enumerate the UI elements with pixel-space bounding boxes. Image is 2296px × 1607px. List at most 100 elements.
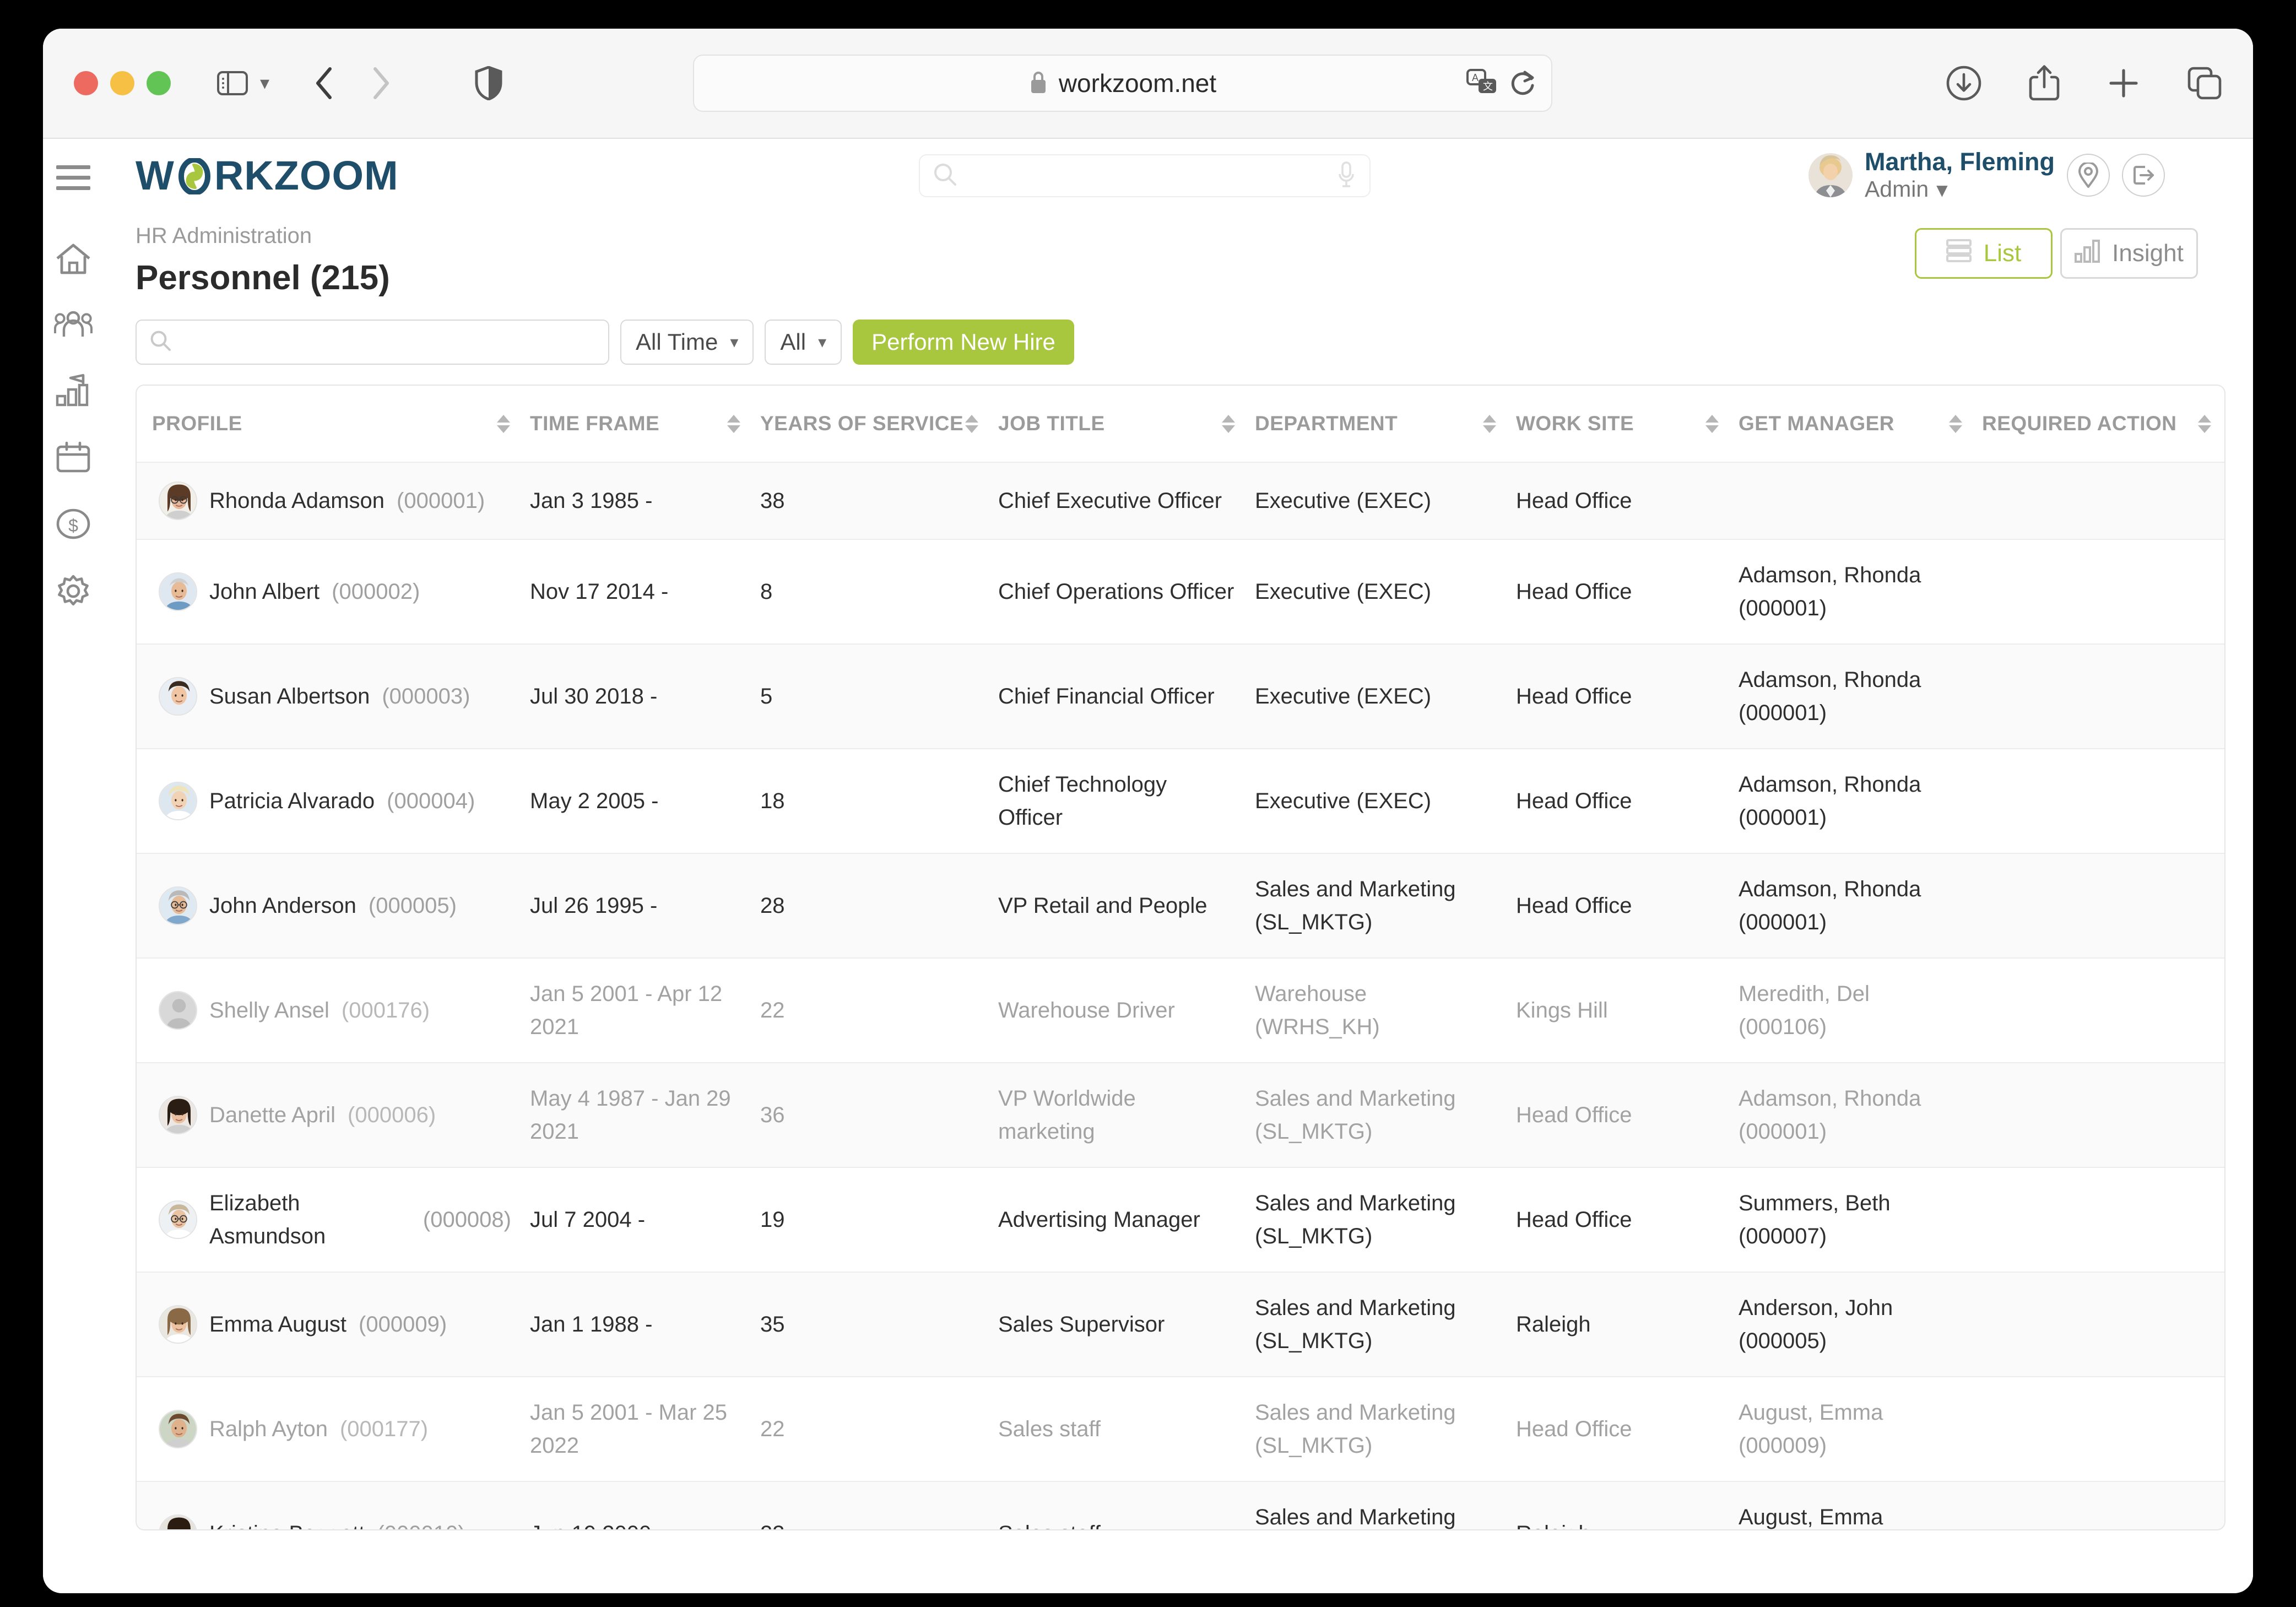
cell-profile[interactable]: Susan Albertson (000003) xyxy=(137,644,523,749)
user-name: Martha, Fleming xyxy=(1864,148,2055,176)
search-icon xyxy=(150,330,172,355)
reload-icon[interactable] xyxy=(1510,69,1536,98)
cell-profile[interactable]: Danette April (000006) xyxy=(137,1063,523,1167)
user-role: Admin ▾ xyxy=(1865,176,2055,203)
table-row[interactable]: Elizabeth Asmundson (000008) Jul 7 2004 - 1… xyxy=(137,1167,2224,1272)
cell-profile[interactable]: Patricia Alvarado (000004) xyxy=(137,749,523,853)
cell-work-site: Head Office xyxy=(1516,1417,1632,1441)
cell-department: Sales and Marketing (SL_MKTG) xyxy=(1255,1296,1456,1353)
tab-list-view[interactable]: List xyxy=(1915,228,2053,279)
employee-id: (000009) xyxy=(359,1312,447,1337)
table-row[interactable]: Ralph Ayton (000177) Jan 5 2001 - Mar 25 2… xyxy=(137,1377,2224,1481)
cell-profile[interactable]: Emma August (000009) xyxy=(137,1272,523,1377)
forward-arrow-icon[interactable] xyxy=(370,66,392,101)
downloads-icon[interactable] xyxy=(1946,65,1982,101)
cell-profile[interactable]: Rhonda Adamson (000001) xyxy=(137,462,523,539)
table-row[interactable]: Danette April (000006) May 4 1987 - Jan 29… xyxy=(137,1063,2224,1167)
sort-icon[interactable] xyxy=(1949,414,1962,433)
cell-years-of-service: 36 xyxy=(760,1103,785,1127)
translate-icon[interactable]: A文 xyxy=(1466,69,1497,98)
cell-work-site: Head Office xyxy=(1516,580,1632,604)
personnel-search-field[interactable] xyxy=(136,320,609,365)
table-row[interactable]: Susan Albertson (000003) Jul 30 2018 - 5 Chi… xyxy=(137,644,2224,749)
column-header-years-of-service[interactable]: YEARS OF SERVICE xyxy=(754,386,992,463)
table-row[interactable]: Emma August (000009) Jan 1 1988 - 35 Sales S… xyxy=(137,1272,2224,1377)
table-row[interactable]: Shelly Ansel (000176) Jan 5 2001 - Apr 12 … xyxy=(137,958,2224,1063)
employee-name: John Albert xyxy=(209,580,320,604)
cell-work-site: Raleigh xyxy=(1509,1481,1732,1529)
sidebar-toggle-icon[interactable] xyxy=(217,70,248,96)
cell-profile[interactable]: Ralph Ayton (000177) xyxy=(137,1377,523,1481)
sidebar-item-calendar[interactable] xyxy=(56,440,91,474)
cell-profile[interactable]: Shelly Ansel (000176) xyxy=(137,958,523,1063)
table-row[interactable]: Kristina Baggett(000010)Jun 19 2000 -23S… xyxy=(137,1481,2224,1529)
address-bar[interactable]: workzoom.net A文 xyxy=(693,55,1552,112)
table-row[interactable]: John Albert (000002) Nov 17 2014 - 8 Chief O… xyxy=(137,539,2224,644)
status-filter-select[interactable]: All ▾ xyxy=(765,320,842,365)
privacy-shield-icon[interactable] xyxy=(474,66,503,100)
close-window-button[interactable] xyxy=(74,71,98,95)
employee-id: (000176) xyxy=(341,998,430,1022)
chevron-down-icon[interactable]: ▾ xyxy=(1936,176,1948,203)
minimize-window-button[interactable] xyxy=(110,71,134,95)
cell-profile[interactable]: Elizabeth Asmundson (000008) xyxy=(137,1167,523,1272)
back-arrow-icon[interactable] xyxy=(313,66,335,101)
cell-years-of-service: 22 xyxy=(760,1417,785,1441)
sidebar-item-goals[interactable] xyxy=(55,373,91,407)
sidebar-item-settings[interactable] xyxy=(56,573,91,608)
sort-icon[interactable] xyxy=(1705,414,1719,433)
column-header-get-manager[interactable]: GET MANAGER xyxy=(1732,386,1975,463)
sort-icon[interactable] xyxy=(965,414,978,433)
time-filter-select[interactable]: All Time ▾ xyxy=(620,320,754,365)
browser-window: ▾ workzoom.net A文 $ W RKZOOM Martha, Fle… xyxy=(43,29,2253,1593)
location-pin-button[interactable] xyxy=(2067,153,2110,197)
sidebar-item-payroll[interactable]: $ xyxy=(56,507,91,540)
column-header-job-title[interactable]: JOB TITLE xyxy=(992,386,1248,463)
maximize-window-button[interactable] xyxy=(147,71,171,95)
plus-icon[interactable] xyxy=(2107,66,2141,100)
chevron-down-icon[interactable]: ▾ xyxy=(260,74,269,93)
column-header-required-action[interactable]: REQUIRED ACTION xyxy=(1975,386,2224,463)
breadcrumb[interactable]: HR Administration xyxy=(104,224,2225,248)
search-input[interactable] xyxy=(181,329,595,355)
window-controls xyxy=(74,71,171,95)
table-row[interactable]: John Anderson (000005) Jul 26 1995 - 28 VP R… xyxy=(137,853,2224,958)
cell-get-manager: Meredith, Del (000106) xyxy=(1739,982,1870,1039)
share-icon[interactable] xyxy=(2028,64,2060,102)
logout-button[interactable] xyxy=(2122,153,2165,197)
table-header-row: PROFILE TIME FRAME YEARS OF SERVICE JOB … xyxy=(137,386,2224,463)
sidebar-item-people[interactable] xyxy=(54,309,93,340)
column-header-time-frame[interactable]: TIME FRAME xyxy=(523,386,754,463)
table-row[interactable]: Patricia Alvarado (000004) May 2 2005 - 18 C… xyxy=(137,749,2224,853)
employee-id: (000002) xyxy=(332,580,420,604)
employee-id: (000006) xyxy=(348,1103,436,1127)
avatar xyxy=(159,572,197,611)
global-search-input[interactable] xyxy=(919,154,1371,197)
table-row[interactable]: Rhonda Adamson (000001) Jan 3 1985 - 38 Chie… xyxy=(137,462,2224,539)
user-menu[interactable]: Martha, Fleming Admin ▾ xyxy=(1808,148,2165,203)
sort-icon[interactable] xyxy=(2198,414,2211,433)
tab-insight-view[interactable]: Insight xyxy=(2060,228,2198,279)
cell-profile[interactable]: John Anderson (000005) xyxy=(137,853,523,958)
sort-icon[interactable] xyxy=(497,414,510,433)
cell-job-title: Advertising Manager xyxy=(998,1208,1200,1232)
cell-department: Warehouse (WRHS_KH) xyxy=(1255,982,1380,1039)
workzoom-logo[interactable]: W RKZOOM xyxy=(136,152,399,199)
cell-department: Sales and Marketing (SL_MKTG) xyxy=(1255,1400,1456,1458)
column-header-profile[interactable]: PROFILE xyxy=(137,386,523,463)
cell-job-title: VP Worldwide marketing xyxy=(998,1086,1136,1144)
tab-overview-icon[interactable] xyxy=(2187,66,2222,100)
logo-aperture-icon xyxy=(175,155,214,196)
avatar xyxy=(159,1096,197,1134)
sidebar-item-home[interactable] xyxy=(55,242,91,276)
perform-new-hire-button[interactable]: Perform New Hire xyxy=(853,320,1074,365)
hamburger-menu-icon[interactable] xyxy=(56,165,90,190)
column-header-work-site[interactable]: WORK SITE xyxy=(1509,386,1732,463)
cell-profile[interactable]: Kristina Baggett (000010) xyxy=(137,1481,523,1529)
microphone-icon[interactable] xyxy=(1336,160,1356,192)
sort-icon[interactable] xyxy=(1222,414,1235,433)
cell-profile[interactable]: John Albert (000002) xyxy=(137,539,523,644)
column-header-department[interactable]: DEPARTMENT xyxy=(1248,386,1509,463)
sort-icon[interactable] xyxy=(1483,414,1496,433)
sort-icon[interactable] xyxy=(727,414,740,433)
